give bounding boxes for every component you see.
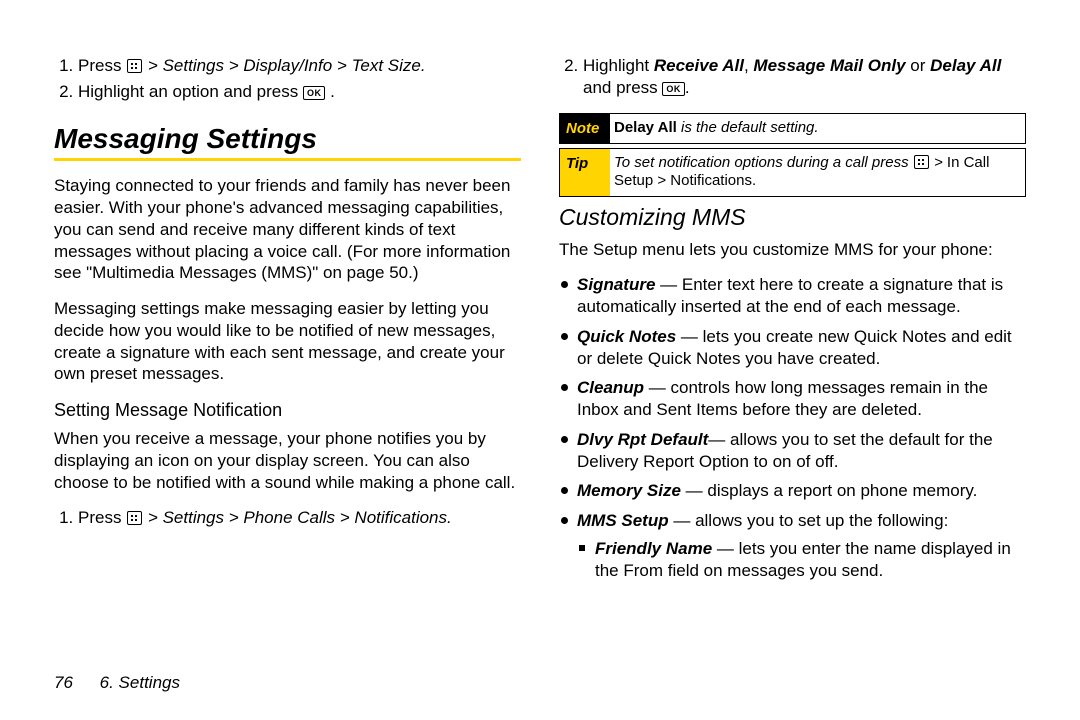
notification-steps: Press > Settings > Phone Calls > Notific… — [54, 507, 521, 529]
r2-mid: and press — [583, 78, 662, 97]
right-column: Highlight Receive All, Message Mail Only… — [559, 55, 1026, 589]
r2-sep1: , — [744, 56, 753, 75]
tip-box: Tip To set notification options during a… — [559, 148, 1026, 198]
r2-opt1: Receive All — [654, 56, 744, 75]
r2-opt3: Delay All — [930, 56, 1001, 75]
columns: Press > Settings > Display/Info > Text S… — [54, 55, 1026, 589]
tip-body: To set notification options during a cal… — [610, 149, 1025, 197]
note-rest: is the default setting. — [677, 119, 819, 136]
para-2: Messaging settings make messaging easier… — [54, 298, 521, 385]
right-para-1: The Setup menu lets you customize MMS fo… — [559, 239, 1026, 261]
notif-step-1: Press > Settings > Phone Calls > Notific… — [78, 507, 521, 529]
r2-post: . — [685, 78, 690, 97]
note-bold: Delay All — [614, 119, 677, 136]
page: Press > Settings > Display/Info > Text S… — [0, 0, 1080, 720]
step-2: Highlight an option and press OK . — [78, 81, 521, 103]
item-name: Quick Notes — [577, 327, 676, 346]
step-1-path: > Settings > Display/Info > Text Size. — [148, 56, 426, 75]
note-body: Delay All is the default setting. — [610, 114, 827, 143]
right-step-2: Highlight Receive All, Message Mail Only… — [583, 55, 1026, 99]
r2-sep2: or — [906, 56, 931, 75]
item-name: Signature — [577, 275, 655, 294]
r2-opt2: Message Mail Only — [753, 56, 905, 75]
list-item: Quick Notes — lets you create new Quick … — [559, 326, 1026, 370]
item-name: MMS Setup — [577, 511, 669, 530]
step-1-pre: Press — [78, 56, 126, 75]
notif-step-1-pre: Press — [78, 508, 126, 527]
ok-icon: OK — [303, 86, 326, 100]
note-label: Note — [560, 114, 610, 143]
menu-icon — [127, 511, 142, 525]
item-name: Memory Size — [577, 481, 681, 500]
ok-icon: OK — [662, 82, 685, 96]
item-name: Friendly Name — [595, 539, 712, 558]
mms-options-list: Signature — Enter text here to create a … — [559, 274, 1026, 581]
list-item: Memory Size — displays a report on phone… — [559, 480, 1026, 502]
list-item: Dlvy Rpt Default— allows you to set the … — [559, 429, 1026, 473]
step-2-pre: Highlight an option and press — [78, 82, 303, 101]
list-item: MMS Setup — allows you to set up the fol… — [559, 510, 1026, 581]
item-name: Cleanup — [577, 378, 644, 397]
menu-icon — [127, 59, 142, 73]
tip-text-1: To set notification options during a cal… — [614, 154, 913, 171]
menu-icon — [914, 155, 929, 169]
page-footer: 76 6. Settings — [54, 672, 180, 694]
subheading-customizing-mms: Customizing MMS — [559, 203, 1026, 232]
list-item: Friendly Name — lets you enter the name … — [577, 538, 1026, 582]
note-box: Note Delay All is the default setting. — [559, 113, 1026, 144]
step-1: Press > Settings > Display/Info > Text S… — [78, 55, 521, 77]
item-desc: allows you to set up the following: — [695, 511, 948, 530]
notif-step-1-path: > Settings > Phone Calls > Notifications… — [148, 508, 452, 527]
list-item: Cleanup — controls how long messages rem… — [559, 377, 1026, 421]
subheading-notification: Setting Message Notification — [54, 399, 521, 422]
right-steps: Highlight Receive All, Message Mail Only… — [559, 55, 1026, 99]
page-number: 76 — [54, 673, 73, 692]
list-item: Signature — Enter text here to create a … — [559, 274, 1026, 318]
section-heading: Messaging Settings — [54, 121, 521, 157]
para-1: Staying connected to your friends and fa… — [54, 175, 521, 284]
left-column: Press > Settings > Display/Info > Text S… — [54, 55, 521, 589]
tip-label: Tip — [560, 149, 610, 197]
item-name: Dlvy Rpt Default — [577, 430, 708, 449]
r2-pre: Highlight — [583, 56, 654, 75]
tip-gt: > — [930, 154, 947, 171]
step-2-post: . — [330, 82, 335, 101]
text-size-steps: Press > Settings > Display/Info > Text S… — [54, 55, 521, 103]
item-desc: displays a report on phone memory. — [707, 481, 977, 500]
section-rule — [54, 158, 521, 161]
chapter-label: 6. Settings — [100, 673, 180, 692]
para-3: When you receive a message, your phone n… — [54, 428, 521, 493]
